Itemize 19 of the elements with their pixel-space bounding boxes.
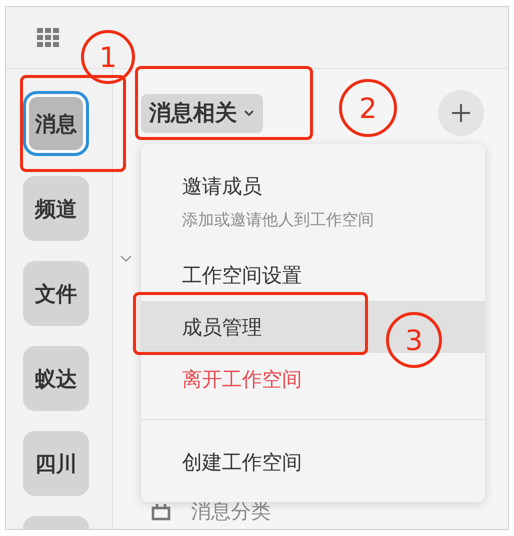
menu-item-description: 添加或邀请他人到工作空间 [182,210,375,231]
workspace-dropdown[interactable]: 消息相关 [141,94,263,132]
add-button[interactable] [438,90,484,136]
menu-item[interactable]: 创建工作空间 [141,436,485,488]
apps-grid-icon[interactable] [37,28,59,48]
plus-icon [451,103,471,123]
chevron-icon[interactable] [120,255,132,263]
menu-item[interactable]: 邀请成员 添加或邀请他人到工作空间 [141,167,485,249]
sidebar-item[interactable]: 文件 [23,261,89,326]
step-number: 3 [386,312,442,368]
step-number: 2 [339,79,397,137]
sidebar-item[interactable]: 四川 [23,431,89,496]
sidebar-item[interactable]: 蚁达 [23,346,89,411]
tray-icon [151,502,171,520]
menu-item[interactable]: 工作空间设置 [141,249,485,301]
chevron-down-icon [243,109,255,117]
sidebar-item[interactable]: 频道 [23,176,89,241]
sidebar-item[interactable]: 消息 [23,91,89,156]
step-number: 1 [81,30,135,84]
